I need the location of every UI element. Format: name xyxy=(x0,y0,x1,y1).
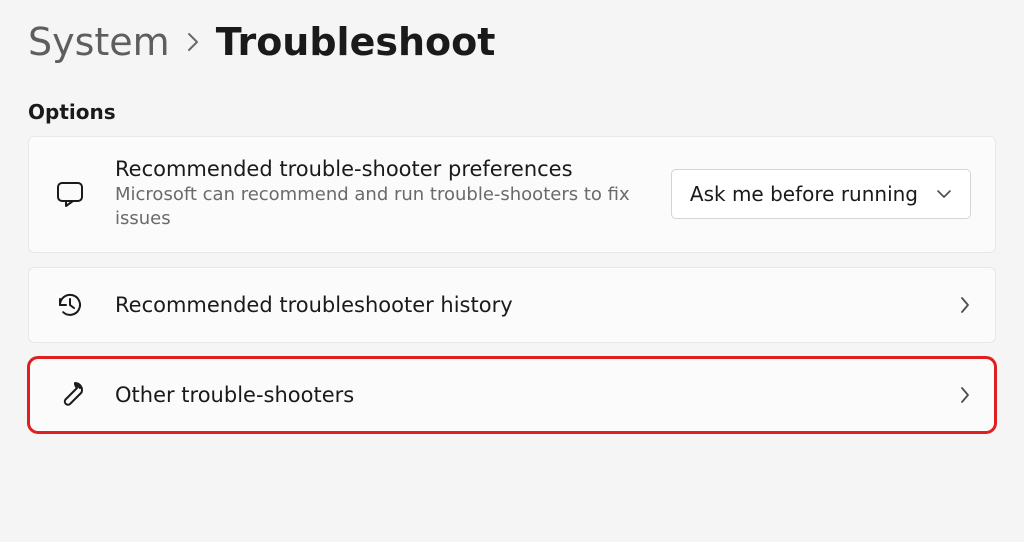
breadcrumb-parent[interactable]: System xyxy=(28,20,170,64)
chevron-right-icon xyxy=(959,385,971,405)
other-title: Other trouble-shooters xyxy=(115,383,931,407)
section-label: Options xyxy=(28,100,996,124)
preferences-card: Recommended trouble-shooter preferences … xyxy=(28,136,996,253)
history-row[interactable]: Recommended troubleshooter history xyxy=(28,267,996,343)
breadcrumb: System Troubleshoot xyxy=(28,20,996,64)
history-icon xyxy=(53,288,87,322)
history-body: Recommended troubleshooter history xyxy=(115,293,931,317)
preferences-description: Microsoft can recommend and run trouble-… xyxy=(115,183,635,232)
preferences-body: Recommended trouble-shooter preferences … xyxy=(115,157,643,232)
chevron-right-icon xyxy=(959,295,971,315)
other-troubleshooters-row[interactable]: Other trouble-shooters xyxy=(28,357,996,433)
wrench-icon xyxy=(53,378,87,412)
preferences-dropdown[interactable]: Ask me before running xyxy=(671,169,971,219)
chevron-down-icon xyxy=(936,189,952,199)
dropdown-value: Ask me before running xyxy=(690,182,918,206)
feedback-icon xyxy=(53,177,87,211)
other-body: Other trouble-shooters xyxy=(115,383,931,407)
history-title: Recommended troubleshooter history xyxy=(115,293,931,317)
preferences-title: Recommended trouble-shooter preferences xyxy=(115,157,643,181)
preferences-control: Ask me before running xyxy=(671,169,971,219)
chevron-right-icon xyxy=(186,31,200,53)
page-title: Troubleshoot xyxy=(216,20,496,64)
